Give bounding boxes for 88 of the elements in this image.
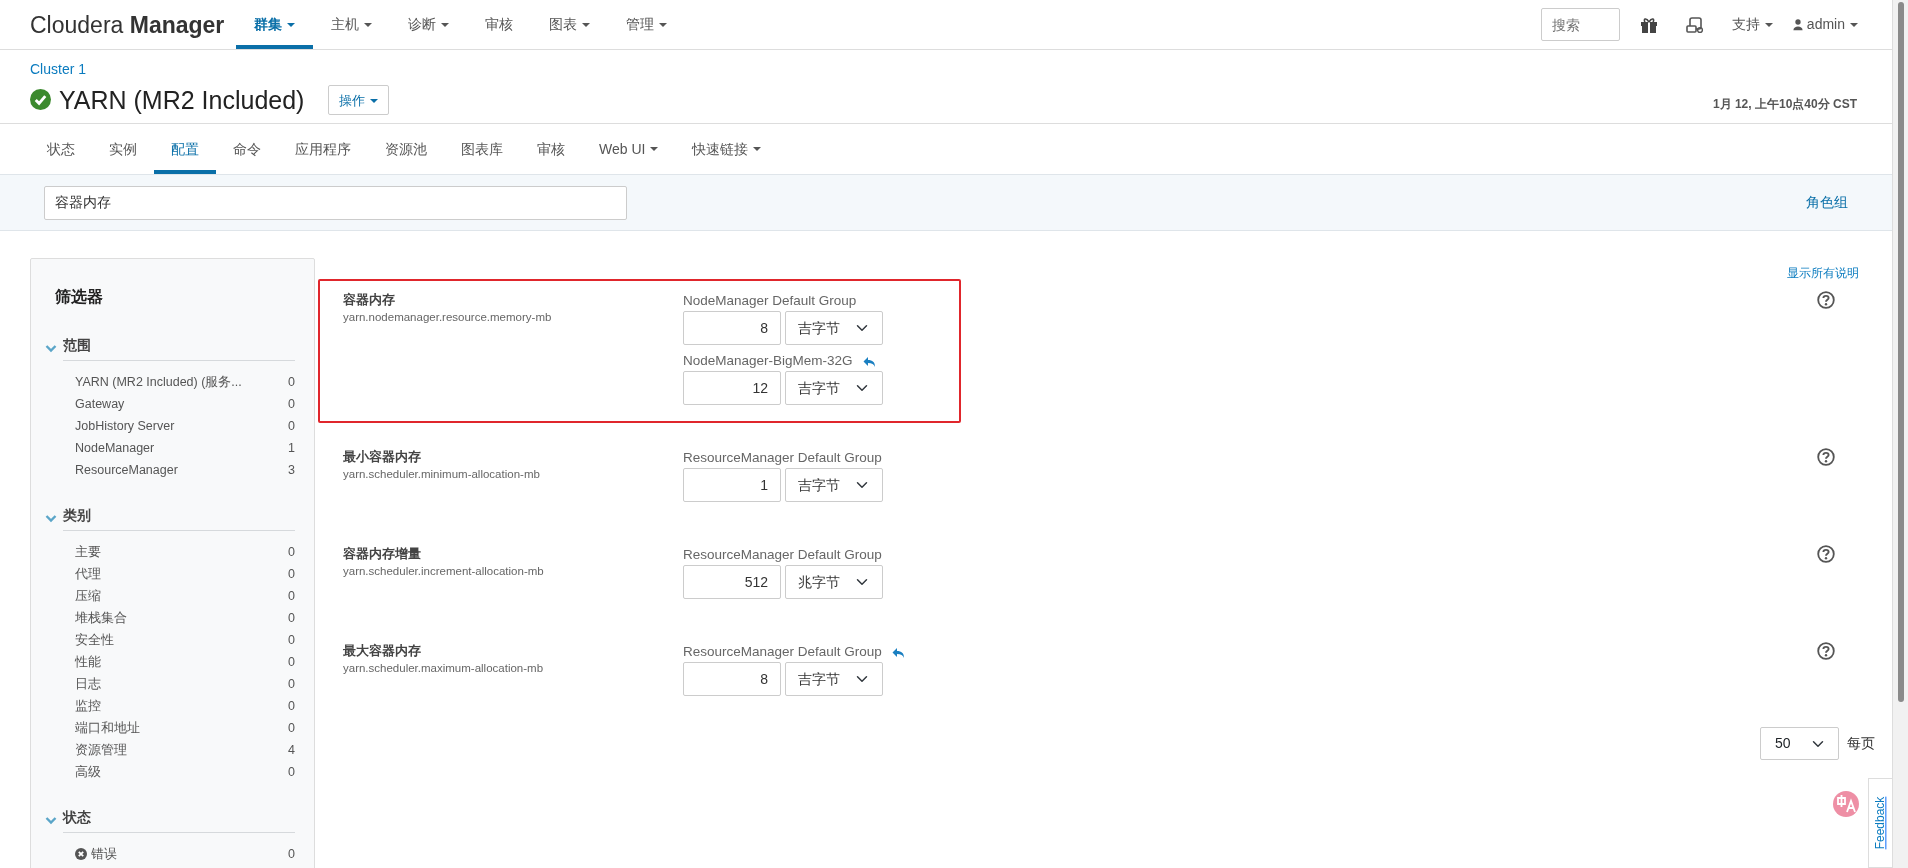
filter-section-title[interactable]: 类别 [63, 505, 295, 531]
service-title: YARN (MR2 Included) [59, 84, 305, 116]
tab[interactable]: 图表库 [444, 124, 520, 174]
filter-item[interactable]: NodeManager 1 [75, 437, 295, 459]
help-icon[interactable] [1817, 448, 1835, 466]
setting-label: 最小容器内存 [343, 449, 422, 465]
role-group-label: ResourceManager Default Group [683, 449, 882, 467]
window-icon [1685, 15, 1704, 34]
per-page-select[interactable]: 50 [1760, 727, 1839, 760]
value-field[interactable]: 12 [683, 371, 781, 405]
search-field[interactable]: 搜索 [1540, 8, 1620, 41]
filter-item[interactable]: 资源管理 4 [75, 739, 295, 761]
filter-item[interactable]: 代理 0 [75, 563, 295, 585]
health-check-icon [30, 89, 51, 110]
role-group-label: NodeManager-BigMem-32G [683, 352, 853, 370]
filter-item[interactable]: 监控 0 [75, 695, 295, 717]
filter-item[interactable]: 压缩 0 [75, 585, 295, 607]
caret-icon [1764, 22, 1773, 27]
gift-icon [1639, 15, 1658, 34]
filter-item[interactable]: 性能 0 [75, 651, 295, 673]
unit-select[interactable]: 吉字节 [785, 468, 883, 502]
nav-menu-item[interactable]: 主机 [313, 0, 391, 49]
filter-item[interactable]: JobHistory Server 0 [75, 415, 295, 437]
tab[interactable]: Web UI [582, 124, 676, 174]
scrollbar[interactable] [1892, 0, 1908, 868]
help-icon[interactable] [1817, 291, 1835, 309]
unit-select[interactable]: 吉字节 [785, 371, 883, 405]
breadcrumb-link[interactable]: Cluster 1 [30, 61, 87, 77]
unit-select[interactable]: 兆字节 [785, 565, 883, 599]
undo-icon[interactable] [862, 355, 875, 367]
filter-section-title[interactable]: 状态 [63, 807, 295, 833]
tab[interactable]: 审核 [520, 124, 582, 174]
filter-item[interactable]: 日志 0 [75, 673, 295, 695]
value-field[interactable]: 1 [683, 468, 781, 502]
tab[interactable]: 资源池 [368, 124, 444, 174]
user-icon [1792, 18, 1803, 31]
nav-menu-item[interactable]: 诊断 [390, 0, 468, 49]
undo-icon[interactable] [891, 646, 904, 658]
filter-item[interactable]: 高级 0 [75, 761, 295, 783]
filter-title: 筛选器 [54, 287, 104, 307]
help-icon[interactable] [1817, 545, 1835, 563]
filter-item[interactable]: 端口和地址 0 [75, 717, 295, 739]
role-groups-link[interactable]: 角色组 [1806, 192, 1848, 213]
filter-item[interactable]: 堆栈集合 0 [75, 607, 295, 629]
nav-menu-item[interactable]: 图表 [531, 0, 609, 49]
setting-label: 最大容器内存 [343, 643, 422, 659]
user-menu[interactable]: admin [1792, 14, 1858, 35]
unit-select[interactable]: 吉字节 [785, 662, 883, 696]
filter-item[interactable]: ResourceManager 3 [75, 459, 295, 481]
tab[interactable]: 命令 [216, 124, 278, 174]
value-field[interactable]: 8 [683, 662, 781, 696]
filter-item[interactable]: 安全性 0 [75, 629, 295, 651]
nav-menu-item[interactable]: 管理 [608, 0, 686, 49]
property-name: yarn.scheduler.minimum-allocation-mb [343, 467, 541, 482]
role-group-label: NodeManager Default Group [683, 292, 857, 310]
tab[interactable]: 应用程序 [278, 124, 368, 174]
unit-select[interactable]: 吉字节 [785, 311, 883, 345]
show-all-descriptions-link[interactable]: 显示所有说明 [1787, 266, 1859, 279]
timestamp: 1月 12, 上午10点40分 CST [1712, 96, 1857, 113]
value-field[interactable]: 8 [683, 311, 781, 345]
config-search-field[interactable]: 容器内存 [44, 185, 627, 220]
nav-menu-item[interactable]: 审核 [467, 0, 532, 49]
nav-menu-item[interactable]: 群集 [236, 0, 314, 49]
feedback-tab[interactable]: Feedback [1868, 778, 1892, 868]
tab[interactable]: 实例 [92, 124, 154, 174]
value-field[interactable]: 512 [683, 565, 781, 599]
brand-logo[interactable]: Cloudera Manager [30, 0, 225, 49]
help-icon[interactable] [1817, 642, 1835, 660]
support-menu[interactable]: 支持 [1731, 14, 1773, 35]
filter-item[interactable]: YARN (MR2 Included) (服务... 0 [75, 371, 295, 393]
caret-icon [370, 99, 379, 104]
per-page-label: 每页 [1847, 734, 1875, 753]
error-icon [75, 848, 87, 860]
role-group-label: ResourceManager Default Group [683, 546, 882, 564]
tab[interactable]: 快速链接 [675, 124, 779, 174]
filter-item[interactable]: Gateway 0 [75, 393, 295, 415]
property-name: yarn.scheduler.maximum-allocation-mb [343, 661, 545, 676]
filter-section-title[interactable]: 范围 [63, 335, 295, 361]
caret-icon [1850, 22, 1858, 27]
property-name: yarn.nodemanager.resource.memory-mb [343, 310, 553, 325]
actions-button[interactable]: 操作 [328, 84, 390, 115]
setting-label: 容器内存增量 [343, 546, 422, 562]
setting-label: 容器内存 [343, 292, 396, 308]
tab[interactable]: 状态 [30, 124, 92, 174]
property-name: yarn.scheduler.increment-allocation-mb [343, 564, 545, 579]
filter-item[interactable]: 主要 0 [75, 541, 295, 563]
filter-item[interactable]: 错误 0 [75, 843, 295, 865]
role-group-label: ResourceManager Default Group [683, 643, 882, 661]
